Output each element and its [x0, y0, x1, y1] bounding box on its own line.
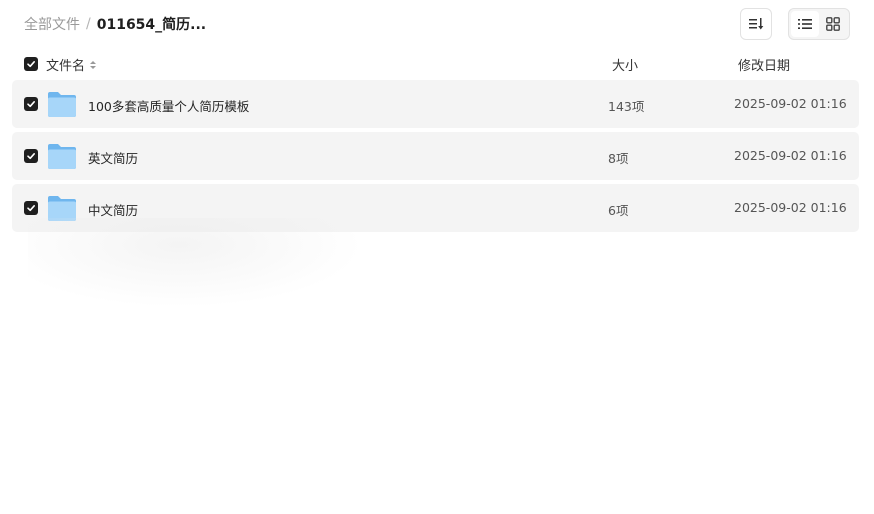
- table-row[interactable]: 英文简历 8项 2025-09-02 01:16: [12, 132, 859, 180]
- row-checkbox[interactable]: [24, 149, 38, 163]
- sort-lines-icon: [749, 18, 764, 30]
- breadcrumb-root[interactable]: 全部文件: [24, 14, 80, 34]
- file-size: 143项: [608, 99, 645, 114]
- file-name[interactable]: 中文简历: [88, 200, 138, 219]
- sort-caret-icon: [89, 60, 97, 70]
- check-icon: [27, 153, 35, 160]
- folder-icon: [48, 92, 76, 117]
- row-checkbox[interactable]: [24, 97, 38, 111]
- file-list: 100多套高质量个人简历模板 143项 2025-09-02 01:16 英文简…: [12, 80, 859, 236]
- file-name[interactable]: 100多套高质量个人简历模板: [88, 96, 249, 115]
- file-date: 2025-09-02 01:16: [734, 148, 847, 163]
- blurred-overlay: [28, 218, 364, 308]
- file-name[interactable]: 英文简历: [88, 148, 138, 167]
- file-date: 2025-09-02 01:16: [734, 96, 847, 111]
- check-icon: [27, 61, 35, 68]
- row-checkbox[interactable]: [24, 201, 38, 215]
- column-header-size[interactable]: 大小: [612, 55, 638, 74]
- grid-view-button[interactable]: [819, 11, 847, 37]
- list-view-icon: [798, 19, 812, 29]
- column-header-name[interactable]: 文件名: [46, 55, 97, 74]
- column-header-name-label: 文件名: [46, 59, 86, 74]
- breadcrumb-separator: /: [86, 16, 91, 32]
- check-icon: [27, 101, 35, 108]
- select-all-checkbox[interactable]: [24, 57, 38, 71]
- check-icon: [27, 205, 35, 212]
- list-view-button[interactable]: [791, 11, 819, 37]
- sort-button[interactable]: [740, 8, 772, 40]
- folder-icon: [48, 144, 76, 169]
- grid-view-icon: [826, 17, 840, 31]
- file-size: 6项: [608, 203, 629, 218]
- view-toggle: [788, 8, 850, 40]
- file-size: 8项: [608, 151, 629, 166]
- table-header: 文件名 大小 修改日期: [12, 52, 859, 76]
- file-date: 2025-09-02 01:16: [734, 200, 847, 215]
- breadcrumb: 全部文件 / 011654_简历...: [24, 14, 206, 34]
- table-row[interactable]: 100多套高质量个人简历模板 143项 2025-09-02 01:16: [12, 80, 859, 128]
- breadcrumb-current: 011654_简历...: [96, 17, 207, 33]
- column-header-date[interactable]: 修改日期: [738, 55, 790, 74]
